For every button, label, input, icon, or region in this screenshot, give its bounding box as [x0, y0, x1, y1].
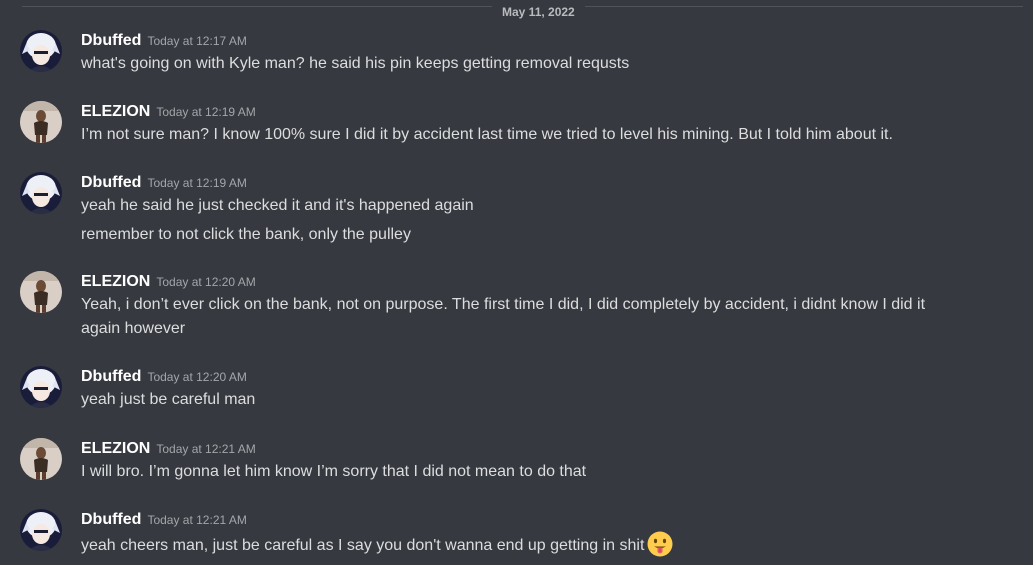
date-divider: May 11, 2022	[22, 5, 1023, 19]
dbuffed-avatar-icon	[20, 366, 62, 408]
message-text: yeah cheers man, just be careful as I sa…	[81, 531, 981, 558]
message-text: yeah just be careful man	[81, 391, 256, 408]
message-text: again however	[81, 320, 186, 337]
elezion-avatar-icon	[20, 101, 62, 143]
avatar-dbuffed[interactable]	[20, 509, 62, 551]
timestamp: Today at 12:20 AM	[147, 370, 247, 384]
message-header: Dbuffed Today at 12:21 AM	[81, 509, 247, 531]
message-header: Dbuffed Today at 12:19 AM	[81, 172, 247, 194]
dbuffed-avatar-icon	[20, 509, 62, 551]
date-divider-label: May 11, 2022	[492, 5, 585, 19]
avatar-dbuffed[interactable]	[20, 172, 62, 214]
author-name[interactable]: Dbuffed	[81, 511, 141, 528]
elezion-avatar-icon	[20, 271, 62, 313]
message-header: Dbuffed Today at 12:20 AM	[81, 366, 247, 388]
dbuffed-avatar-icon	[20, 172, 62, 214]
message-text: Yeah, i don’t ever click on the bank, no…	[81, 296, 926, 313]
avatar-dbuffed[interactable]	[20, 366, 62, 408]
message-header: Dbuffed Today at 12:17 AM	[81, 30, 247, 52]
message-text-span: yeah cheers man, just be careful as I sa…	[81, 537, 645, 554]
message-header: ELEZION Today at 12:19 AM	[81, 101, 256, 123]
author-name[interactable]: Dbuffed	[81, 174, 141, 191]
author-name[interactable]: ELEZION	[81, 440, 150, 457]
author-name[interactable]: Dbuffed	[81, 368, 141, 385]
message-text: what's going on with Kyle man? he said h…	[81, 55, 630, 72]
elezion-avatar-icon	[20, 438, 62, 480]
message-text: I will bro. I’m gonna let him know I’m s…	[81, 463, 587, 480]
message-header: ELEZION Today at 12:21 AM	[81, 438, 256, 460]
message-text: yeah he said he just checked it and it's…	[81, 197, 474, 214]
author-name[interactable]: Dbuffed	[81, 32, 141, 49]
timestamp: Today at 12:20 AM	[156, 275, 256, 289]
timestamp: Today at 12:17 AM	[147, 34, 247, 48]
avatar-elezion[interactable]	[20, 271, 62, 313]
message-header: ELEZION Today at 12:20 AM	[81, 271, 256, 293]
timestamp: Today at 12:19 AM	[156, 105, 256, 119]
avatar-dbuffed[interactable]	[20, 30, 62, 72]
avatar-elezion[interactable]	[20, 101, 62, 143]
tongue-out-emoji-icon[interactable]	[647, 531, 673, 557]
chat-messages: May 11, 2022 Dbuffed Today at 12:17 AM wh…	[0, 0, 1033, 565]
avatar-elezion[interactable]	[20, 438, 62, 480]
message-text: remember to not click the bank, only the…	[81, 226, 411, 243]
dbuffed-avatar-icon	[20, 30, 62, 72]
author-name[interactable]: ELEZION	[81, 103, 150, 120]
message-text: I’m not sure man? I know 100% sure I did…	[81, 126, 893, 143]
timestamp: Today at 12:21 AM	[156, 442, 256, 456]
author-name[interactable]: ELEZION	[81, 273, 150, 290]
timestamp: Today at 12:19 AM	[147, 176, 247, 190]
timestamp: Today at 12:21 AM	[147, 513, 247, 527]
